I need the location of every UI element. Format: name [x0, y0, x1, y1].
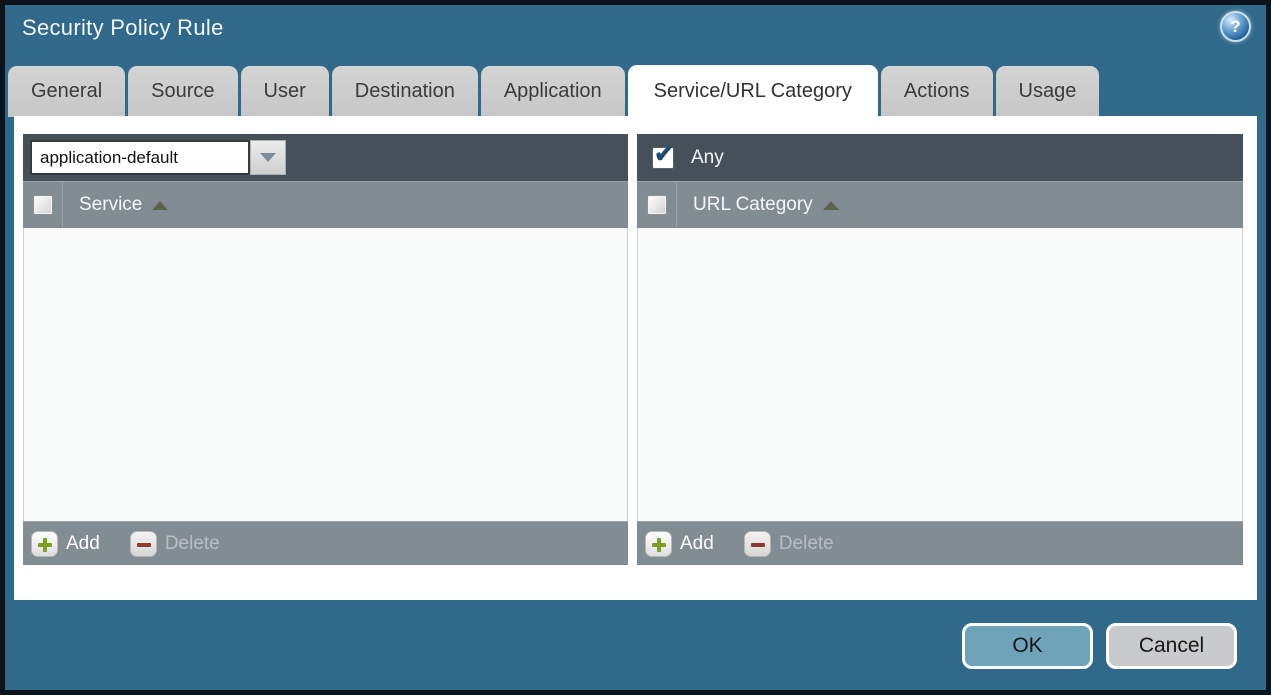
tab-actions[interactable]: Actions [880, 66, 993, 117]
any-label: Any [691, 146, 724, 168]
cancel-button[interactable]: Cancel [1106, 623, 1237, 669]
tab-general[interactable]: General [8, 66, 126, 117]
tab-usage[interactable]: Usage [995, 66, 1100, 117]
tab-source[interactable]: Source [128, 66, 238, 117]
column-divider [676, 182, 677, 228]
tab-content-sheet: Service Add Delete ✔ [14, 116, 1257, 600]
help-icon[interactable]: ? [1220, 11, 1251, 42]
service-column-label: Service [79, 194, 143, 215]
service-grid-header: Service [23, 181, 628, 228]
service-add-button[interactable]: Add [31, 530, 120, 557]
service-delete-label: Delete [164, 532, 220, 554]
service-grid-footer: Add Delete [23, 521, 628, 565]
service-select-all-checkbox[interactable] [33, 195, 53, 215]
url-category-grid-header: URL Category [637, 181, 1243, 228]
service-add-label: Add [66, 532, 100, 554]
url-category-panel: ✔ Any URL Category Add Delete [637, 134, 1243, 565]
plus-icon [645, 530, 672, 557]
service-delete-button[interactable]: Delete [129, 530, 220, 557]
url-category-grid-footer: Add Delete [637, 521, 1243, 565]
url-category-column-header[interactable]: URL Category [693, 194, 839, 216]
url-category-grid-body[interactable] [637, 228, 1243, 521]
security-policy-rule-dialog: Security Policy Rule ? General Source Us… [0, 0, 1271, 695]
minus-icon [129, 530, 157, 557]
service-grid-body[interactable] [23, 228, 628, 521]
service-toolbar [23, 134, 628, 181]
plus-icon [31, 530, 58, 557]
url-category-select-all-checkbox[interactable] [647, 195, 667, 215]
sort-ascending-icon [152, 200, 169, 210]
any-checkbox[interactable]: ✔ [652, 141, 674, 169]
tab-service-url-category[interactable]: Service/URL Category [627, 65, 878, 117]
column-divider [62, 182, 63, 228]
tab-bar: General Source User Destination Applicat… [8, 65, 1100, 117]
tab-user[interactable]: User [240, 66, 329, 117]
url-category-toolbar: ✔ Any [637, 134, 1243, 181]
service-type-input[interactable] [30, 140, 250, 175]
checkmark-icon: ✔ [654, 140, 675, 168]
url-category-column-label: URL Category [693, 194, 813, 215]
page-title: Security Policy Rule [22, 15, 224, 40]
service-column-header[interactable]: Service [79, 194, 169, 216]
service-type-dropdown-button[interactable] [250, 140, 286, 175]
sort-ascending-icon [822, 200, 839, 210]
minus-icon [743, 530, 771, 557]
service-panel: Service Add Delete [23, 134, 628, 565]
service-type-combobox [30, 140, 286, 175]
url-category-delete-button[interactable]: Delete [743, 530, 834, 557]
url-category-add-button[interactable]: Add [645, 530, 734, 557]
url-category-add-label: Add [680, 532, 714, 554]
url-category-delete-label: Delete [778, 532, 834, 554]
tab-application[interactable]: Application [480, 66, 625, 117]
ok-button[interactable]: OK [962, 623, 1093, 669]
chevron-down-icon [260, 153, 276, 162]
tab-destination[interactable]: Destination [331, 66, 478, 117]
